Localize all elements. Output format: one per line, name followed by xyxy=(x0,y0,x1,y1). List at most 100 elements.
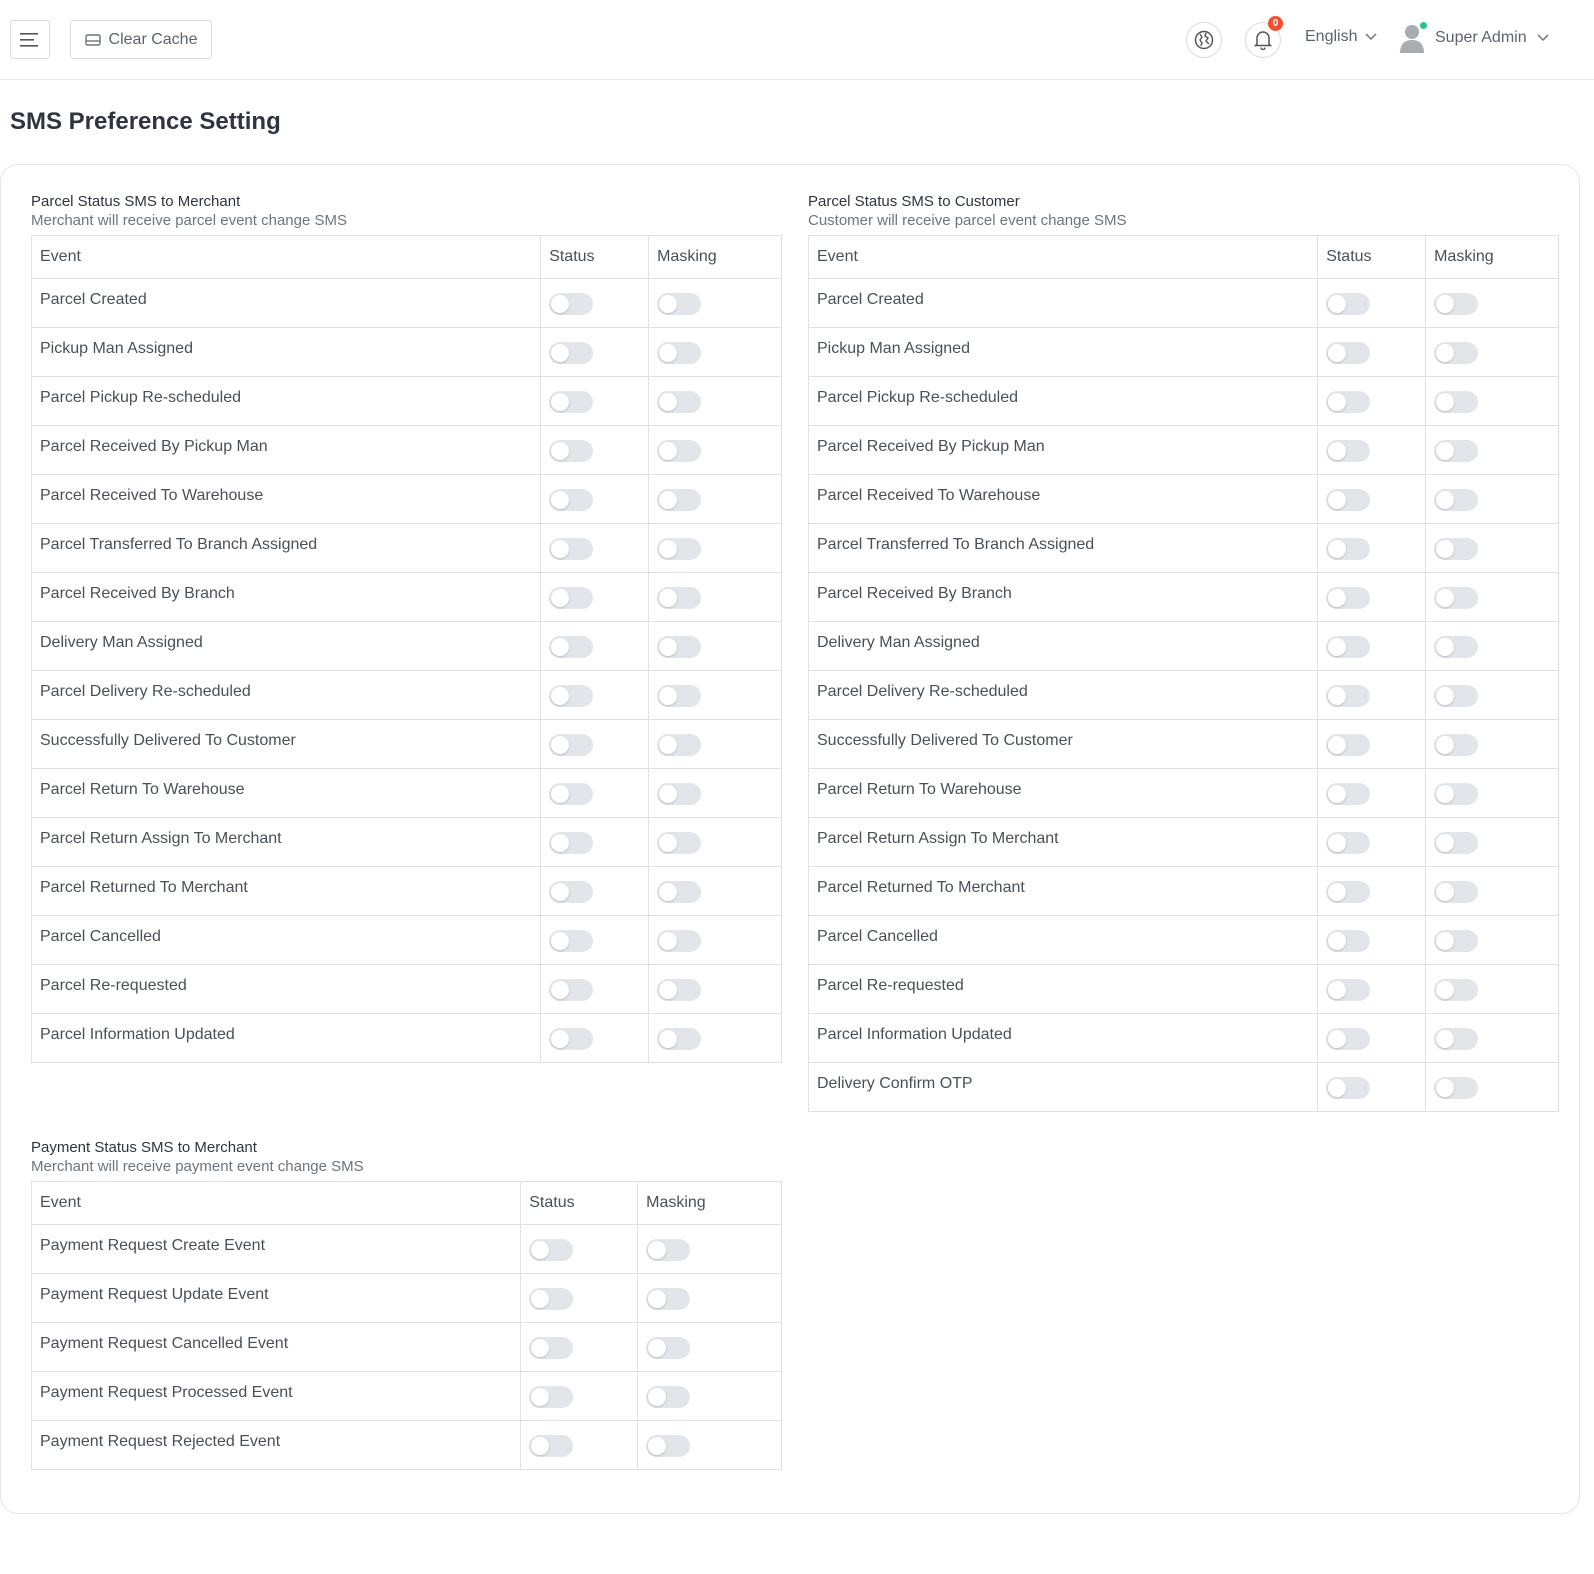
status-toggle[interactable] xyxy=(1326,587,1371,609)
masking-toggle[interactable] xyxy=(646,1337,691,1359)
masking-toggle[interactable] xyxy=(1434,538,1479,560)
masking-toggle[interactable] xyxy=(1434,391,1479,413)
status-toggle[interactable] xyxy=(549,440,594,462)
masking-toggle[interactable] xyxy=(657,979,702,1001)
event-name: Pickup Man Assigned xyxy=(807,327,1319,377)
event-name: Delivery Man Assigned xyxy=(807,621,1319,671)
masking-toggle[interactable] xyxy=(646,1288,691,1310)
masking-toggle[interactable] xyxy=(657,440,702,462)
status-cell xyxy=(540,425,650,475)
status-toggle[interactable] xyxy=(549,538,594,560)
status-toggle[interactable] xyxy=(1326,979,1371,1001)
masking-toggle[interactable] xyxy=(1434,342,1479,364)
masking-toggle[interactable] xyxy=(1434,881,1479,903)
status-toggle[interactable] xyxy=(549,293,594,315)
section-subtitle: Merchant will receive parcel event chang… xyxy=(31,212,347,229)
masking-toggle[interactable] xyxy=(657,489,702,511)
masking-toggle[interactable] xyxy=(657,538,702,560)
status-toggle[interactable] xyxy=(549,587,594,609)
masking-toggle[interactable] xyxy=(657,342,702,364)
sidebar-toggle-button[interactable] xyxy=(10,20,50,59)
masking-cell xyxy=(1425,817,1559,867)
status-toggle[interactable] xyxy=(1326,734,1371,756)
masking-toggle[interactable] xyxy=(1434,783,1479,805)
event-name: Pickup Man Assigned xyxy=(30,327,542,377)
language-dropdown[interactable]: English xyxy=(1305,28,1378,46)
masking-cell xyxy=(648,670,782,720)
masking-toggle[interactable] xyxy=(1434,685,1479,707)
status-toggle[interactable] xyxy=(549,832,594,854)
event-name: Parcel Received To Warehouse xyxy=(30,474,542,524)
masking-toggle[interactable] xyxy=(657,1028,702,1050)
status-toggle[interactable] xyxy=(549,979,594,1001)
masking-toggle[interactable] xyxy=(1434,1028,1479,1050)
masking-cell xyxy=(1425,866,1559,916)
table-row: Parcel Delivery Re-scheduled xyxy=(807,670,1559,720)
masking-toggle[interactable] xyxy=(1434,489,1479,511)
masking-toggle[interactable] xyxy=(646,1239,691,1261)
clear-cache-button[interactable]: Clear Cache xyxy=(70,20,212,59)
event-name: Parcel Returned To Merchant xyxy=(30,866,542,916)
masking-toggle[interactable] xyxy=(657,293,702,315)
status-toggle[interactable] xyxy=(1326,1028,1371,1050)
status-toggle[interactable] xyxy=(549,636,594,658)
masking-toggle[interactable] xyxy=(1434,734,1479,756)
status-cell xyxy=(540,768,650,818)
masking-toggle[interactable] xyxy=(657,636,702,658)
globe-icon xyxy=(1194,30,1214,50)
status-toggle[interactable] xyxy=(549,930,594,952)
masking-toggle[interactable] xyxy=(1434,636,1479,658)
masking-toggle[interactable] xyxy=(657,685,702,707)
website-link-button[interactable] xyxy=(1186,22,1222,58)
status-toggle[interactable] xyxy=(549,881,594,903)
masking-toggle[interactable] xyxy=(657,734,702,756)
status-toggle[interactable] xyxy=(549,342,594,364)
status-toggle[interactable] xyxy=(1326,1077,1371,1099)
status-toggle[interactable] xyxy=(529,1239,574,1261)
masking-toggle[interactable] xyxy=(1434,1077,1479,1099)
masking-toggle[interactable] xyxy=(657,587,702,609)
column-header-event: Event xyxy=(30,1181,522,1225)
status-toggle[interactable] xyxy=(549,685,594,707)
masking-toggle[interactable] xyxy=(646,1386,691,1408)
status-toggle[interactable] xyxy=(529,1386,574,1408)
status-toggle[interactable] xyxy=(1326,342,1371,364)
masking-toggle[interactable] xyxy=(1434,587,1479,609)
masking-toggle[interactable] xyxy=(657,930,702,952)
status-toggle[interactable] xyxy=(1326,783,1371,805)
status-toggle[interactable] xyxy=(549,783,594,805)
status-toggle[interactable] xyxy=(1326,685,1371,707)
masking-toggle[interactable] xyxy=(657,783,702,805)
masking-toggle[interactable] xyxy=(646,1435,691,1457)
event-name: Payment Request Create Event xyxy=(30,1224,522,1274)
masking-toggle[interactable] xyxy=(657,832,702,854)
masking-toggle[interactable] xyxy=(1434,293,1479,315)
status-toggle[interactable] xyxy=(529,1337,574,1359)
event-name: Parcel Re-requested xyxy=(807,964,1319,1014)
masking-toggle[interactable] xyxy=(1434,440,1479,462)
masking-toggle[interactable] xyxy=(657,391,702,413)
status-toggle[interactable] xyxy=(529,1435,574,1457)
status-toggle[interactable] xyxy=(549,1028,594,1050)
status-toggle[interactable] xyxy=(1326,881,1371,903)
page-title: SMS Preference Setting xyxy=(10,108,281,135)
status-toggle[interactable] xyxy=(1326,293,1371,315)
status-cell xyxy=(540,474,650,524)
status-toggle[interactable] xyxy=(1326,440,1371,462)
status-toggle[interactable] xyxy=(549,391,594,413)
status-toggle[interactable] xyxy=(549,734,594,756)
status-toggle[interactable] xyxy=(529,1288,574,1310)
status-toggle[interactable] xyxy=(1326,930,1371,952)
status-toggle[interactable] xyxy=(1326,391,1371,413)
masking-toggle[interactable] xyxy=(1434,979,1479,1001)
table-row: Parcel Returned To Merchant xyxy=(807,866,1559,916)
user-dropdown[interactable]: Super Admin xyxy=(1399,22,1549,54)
masking-toggle[interactable] xyxy=(1434,930,1479,952)
status-toggle[interactable] xyxy=(1326,832,1371,854)
status-toggle[interactable] xyxy=(1326,538,1371,560)
status-toggle[interactable] xyxy=(1326,636,1371,658)
status-toggle[interactable] xyxy=(1326,489,1371,511)
status-toggle[interactable] xyxy=(549,489,594,511)
masking-toggle[interactable] xyxy=(657,881,702,903)
masking-toggle[interactable] xyxy=(1434,832,1479,854)
